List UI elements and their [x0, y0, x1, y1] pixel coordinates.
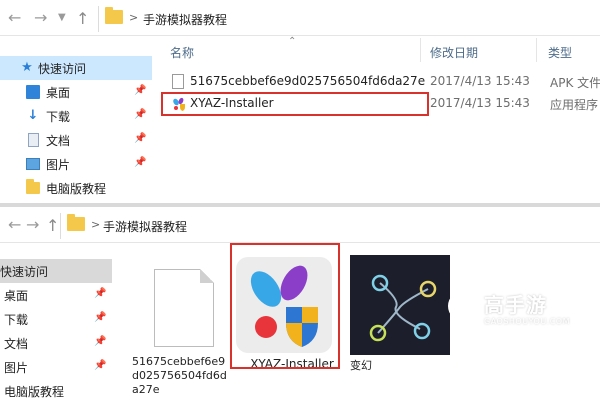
pin-icon[interactable]: 📌 [134, 109, 146, 120]
sidebar-item-label: 桌面 [4, 289, 29, 303]
watermark-text: 高手游 [484, 293, 547, 317]
pin-icon[interactable]: 📌 [94, 360, 106, 371]
recent-locations-chevron-icon[interactable]: ▼ [58, 12, 66, 23]
breadcrumb-folder[interactable]: 手游模拟器教程 [143, 11, 227, 28]
address-field[interactable]: > 手游模拟器教程 [98, 6, 600, 32]
file-date: 2017/4/13 15:43 [430, 96, 530, 110]
pin-icon[interactable]: 📌 [134, 85, 146, 96]
sidebar-item-desktop[interactable]: 桌面 📌 [0, 283, 112, 307]
sidebar-item-desktop[interactable]: 桌面 📌 [0, 80, 152, 104]
pin-icon[interactable]: 📌 [134, 157, 146, 168]
file-tile[interactable]: 51675cebbef6e9d025756504fd6da27e [124, 251, 228, 400]
breadcrumb-folder[interactable]: 手游模拟器教程 [103, 218, 187, 235]
sidebar-item-pc-tutorials[interactable]: 电脑版教程 [0, 176, 152, 200]
folder-icon [67, 214, 85, 231]
sidebar-item-pictures[interactable]: 图片 📌 [0, 355, 112, 379]
sidebar-item-label: 下载 [4, 313, 29, 327]
forward-arrow-icon[interactable]: → [26, 217, 39, 233]
column-divider[interactable] [420, 38, 421, 62]
navigation-pane: ★ 快速访问 桌面 📌 ↓ 下载 📌 文档 📌 图片 📌 电脑版教程 [0, 36, 152, 203]
pin-icon[interactable]: 📌 [94, 336, 106, 347]
game-icon [369, 274, 437, 342]
sidebar-item-label: 桌面 [46, 86, 71, 100]
sidebar-item-label: 图片 [4, 361, 29, 375]
breadcrumb-chevron-icon[interactable]: > [91, 218, 100, 231]
watermark: 高手游 GAOSHOUYOU.COM [444, 289, 584, 335]
file-tile[interactable]: 变幻 [350, 251, 454, 372]
file-date: 2017/4/13 15:43 [430, 74, 530, 88]
explorer-window-details: ← → ▼ ↑ > 手游模拟器教程 ★ 快速访问 桌面 📌 ↓ 下载 📌 文档 … [0, 0, 600, 203]
folder-icon [105, 7, 123, 24]
forward-arrow-icon[interactable]: → [34, 10, 47, 26]
file-row[interactable]: 51675cebbef6e9d025756504fd6da27e 2017/4/… [160, 71, 600, 93]
highlight-box [230, 243, 340, 369]
address-bar: ← → ↑ > 手游模拟器教程 [0, 207, 600, 243]
picture-icon [26, 158, 40, 170]
sidebar-item-label: 文档 [46, 134, 71, 148]
file-tile-label: 变幻 [350, 359, 372, 372]
column-divider[interactable] [536, 38, 537, 62]
watermark-logo-icon [448, 291, 478, 321]
sidebar-item-documents[interactable]: 文档 📌 [0, 128, 152, 152]
up-arrow-icon[interactable]: ↑ [76, 9, 89, 28]
sidebar-item-label: 快速访问 [0, 265, 49, 279]
address-field[interactable]: > 手游模拟器教程 [60, 213, 600, 239]
navigation-pane: 快速访问 桌面 📌 下载 📌 文档 📌 图片 📌 电脑版教程 [0, 243, 112, 400]
sidebar-item-downloads[interactable]: 下载 📌 [0, 307, 112, 331]
sidebar-item-downloads[interactable]: ↓ 下载 📌 [0, 104, 152, 128]
pin-icon[interactable]: 📌 [94, 312, 106, 323]
sort-ascending-icon: ⌃ [288, 36, 297, 47]
file-icon [172, 74, 184, 89]
sidebar-item-label: 下载 [46, 110, 71, 124]
sidebar-item-label: 电脑版教程 [4, 385, 65, 399]
watermark-subtext: GAOSHOUYOU.COM [484, 317, 571, 326]
sidebar-item-label: 电脑版教程 [46, 182, 107, 196]
sidebar-item-label: 图片 [46, 158, 71, 172]
file-type: 应用程序 [550, 98, 599, 112]
back-arrow-icon[interactable]: ← [8, 10, 21, 26]
file-type: APK 文件 [550, 76, 600, 90]
highlight-box [161, 92, 429, 116]
column-header-date[interactable]: 修改日期 [430, 44, 478, 61]
star-icon: ★ [21, 60, 33, 75]
column-header-name[interactable]: 名称 [170, 44, 194, 61]
pin-icon[interactable]: 📌 [134, 133, 146, 144]
sidebar-item-quick-access[interactable]: ★ 快速访问 [0, 56, 152, 80]
file-tile-label: 51675cebbef6e9d025756504fd6da27e [132, 355, 227, 396]
file-list-details: ⌃ 名称 修改日期 类型 51675cebbef6e9d025756504fd6… [152, 36, 600, 203]
file-icon [154, 269, 214, 347]
folder-icon [26, 179, 40, 194]
file-name: 51675cebbef6e9d025756504fd6da27e [190, 74, 426, 88]
explorer-window-icons: ← → ↑ > 手游模拟器教程 快速访问 桌面 📌 下载 📌 文档 📌 图片 📌 [0, 207, 600, 400]
address-bar: ← → ▼ ↑ > 手游模拟器教程 [0, 0, 600, 36]
sidebar-item-documents[interactable]: 文档 📌 [0, 331, 112, 355]
up-arrow-icon[interactable]: ↑ [46, 216, 59, 235]
sidebar-item-pictures[interactable]: 图片 📌 [0, 152, 152, 176]
document-icon [28, 133, 39, 147]
back-arrow-icon[interactable]: ← [8, 217, 21, 233]
download-icon: ↓ [27, 108, 39, 123]
sidebar-item-label: 文档 [4, 337, 29, 351]
sidebar-item-quick-access[interactable]: 快速访问 [0, 259, 112, 283]
sidebar-item-label: 快速访问 [38, 62, 87, 76]
sidebar-item-pc-tutorials[interactable]: 电脑版教程 [0, 379, 112, 400]
desktop-icon [26, 85, 40, 99]
breadcrumb-chevron-icon[interactable]: > [129, 11, 138, 24]
column-header-type[interactable]: 类型 [548, 44, 572, 61]
pin-icon[interactable]: 📌 [94, 288, 106, 299]
